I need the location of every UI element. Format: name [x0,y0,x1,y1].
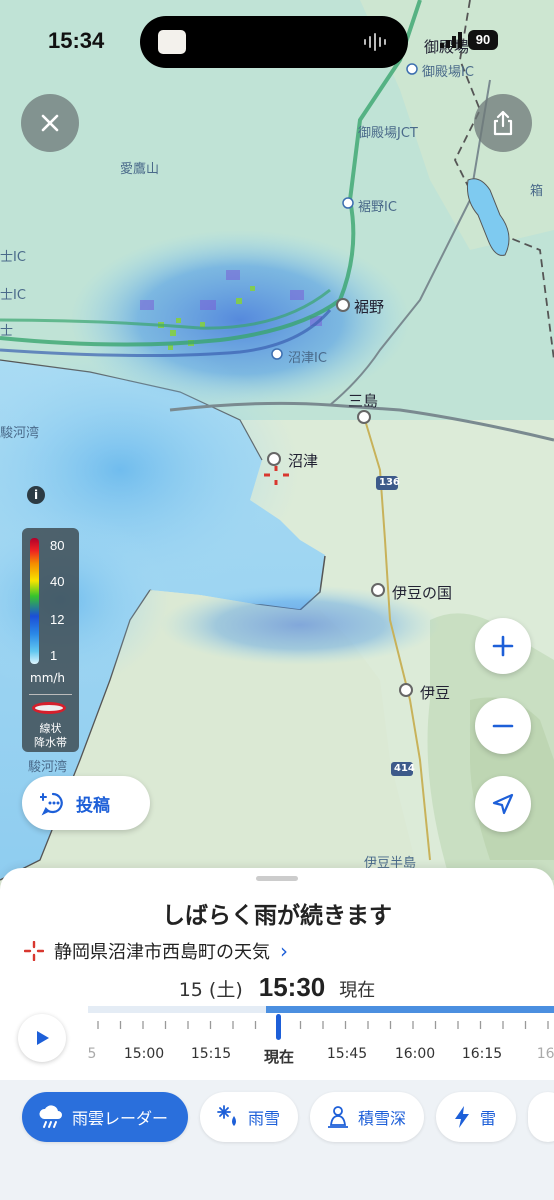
snow-rain-icon [217,1105,236,1126]
map-label-ic-frag1: 士IC [0,250,26,265]
lightning-icon [455,1106,469,1128]
tab-label: 雨雪 [248,1109,281,1128]
now-label: 現在 [339,980,376,1001]
map-label-numazu-ic: 沼津IC [288,351,327,366]
close-button[interactable] [21,94,79,152]
my-location-button[interactable] [475,776,531,832]
zoom-out-button[interactable] [475,698,531,754]
timeline-label: 15:15 [190,1046,232,1062]
map-label-aitakayama: 愛鷹山 [120,162,160,177]
tab-label: 雨雲レーダー [72,1109,169,1128]
sheet-handle[interactable] [256,876,298,881]
legend-value: 1 [50,648,58,663]
tab-lightning[interactable]: 雷 [436,1092,516,1142]
map-label-fuji-frag: 士 [0,324,14,339]
minus-icon [492,724,514,728]
close-icon [41,114,59,132]
post-button[interactable]: 投稿 [22,776,150,830]
play-icon [37,1031,49,1045]
share-icon [493,110,513,136]
map-label-surugawan-top: 駿河湾 [0,426,40,441]
map-label-surugawan-bottom: 駿河湾 [28,760,68,775]
battery-indicator: 90 [468,30,498,50]
signal-icon [440,32,462,48]
linear-rainband-icon [32,702,66,714]
forecast-headline: しばらく雨が続きます [162,903,392,929]
plus-icon [492,635,514,657]
location-name: 静岡県沼津市西島町の天気 [54,942,270,963]
status-time: 15:34 [48,28,105,53]
map-label-mishima: 三島 [348,392,379,410]
post-bubble-icon [40,792,63,816]
audio-wave-icon [364,33,386,51]
rain-legend: 80 40 12 1 mm/h 線状 降水帯 [22,528,79,752]
legend-color-bar [30,538,39,664]
tab-rain-snow[interactable]: 雨雪 [200,1092,298,1142]
timeline-cursor[interactable] [276,1014,281,1040]
map-label-ic-frag2: 士IC [0,288,26,303]
post-label: 投稿 [76,795,110,816]
timeline-label: 16: [536,1046,554,1062]
route-136-shield: 136 [379,477,400,488]
legend-unit: mm/h [30,671,66,685]
play-button[interactable] [18,1014,66,1062]
tab-rain-radar[interactable]: 雨雲レーダー [22,1092,188,1142]
timeline-label: 5 [87,1046,97,1062]
legend-value: 40 [50,574,65,589]
timeline-label: 15:00 [123,1046,165,1062]
timeline-label: 16:15 [461,1046,503,1062]
chevron-right-icon: › [280,939,288,963]
current-time-row: 15 (土) 15:30 現在 [0,972,554,1003]
location-crosshair-icon [24,941,44,961]
map-label-izu: 伊豆 [420,684,451,702]
timeline-forecast-range [266,1006,554,1013]
rain-cloud-icon [39,1105,62,1128]
route-414-shield: 414 [394,763,415,774]
dynamic-island [140,16,408,68]
timeline-label: 16:00 [394,1046,436,1062]
location-link[interactable]: 静岡県沼津市西島町の天気 › [24,938,288,964]
legend-divider [29,694,72,695]
date-label: 15 (土) [178,979,243,1001]
map-label-numazu: 沼津 [288,452,319,470]
tab-label: 積雪深 [358,1109,407,1128]
status-bar: 15:34 90 [0,0,554,80]
app-thumbnail-icon [158,30,186,54]
navigation-arrow-icon [492,793,514,815]
legend-value: 80 [50,538,65,553]
current-time-label: 15:30 [258,972,326,1002]
map-label-susono-ic: 裾野IC [358,200,397,215]
snow-depth-icon [328,1106,348,1128]
legend-info-icon[interactable]: i [27,486,45,504]
legend-value: 12 [50,612,65,627]
zoom-in-button[interactable] [475,618,531,674]
map-label-susono: 裾野 [354,298,385,316]
map-label-hako-frag: 箱 [530,184,544,199]
map-label-gotemba-jct: 御殿場JCT [358,126,418,141]
timeline-track[interactable] [88,1006,554,1013]
timeline-ticks [97,1021,549,1029]
timeline-label: 15:45 [326,1046,368,1062]
tab-snow-depth[interactable]: 積雪深 [310,1092,424,1142]
tab-label: 雷 [480,1109,497,1128]
map-label-izunokuni: 伊豆の国 [392,584,453,602]
timeline-label: 現在 [263,1048,295,1066]
share-button[interactable] [474,94,532,152]
tab-more[interactable] [528,1092,554,1142]
legend-band-label-2: 降水帯 [34,736,67,749]
